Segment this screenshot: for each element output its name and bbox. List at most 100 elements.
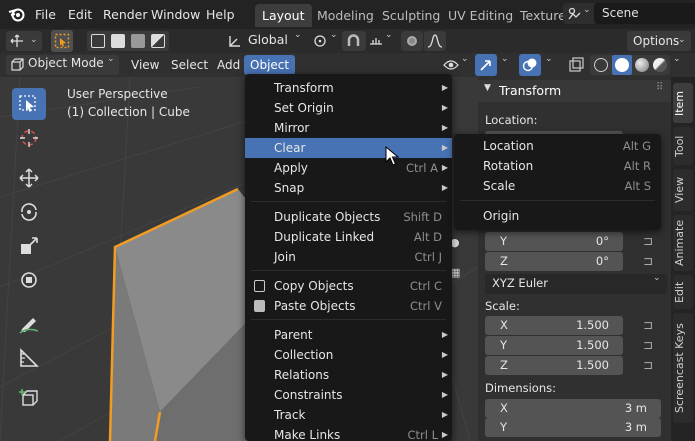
pivot-point-dropdown[interactable]: ⌄: [310, 30, 342, 51]
menu-item-track[interactable]: Track ▶: [245, 405, 452, 425]
scale-x-field[interactable]: X 1.500: [485, 316, 623, 335]
rotation-mode-dropdown[interactable]: XYZ Euler ⌄: [485, 273, 667, 294]
falloff-dropdown[interactable]: [424, 31, 446, 51]
chevron-down-icon[interactable]: ⌄: [501, 54, 509, 64]
lock-icon[interactable]: ⊐: [643, 254, 653, 268]
submenu-arrow-icon: ▶: [441, 163, 448, 172]
add-cube-tool-button[interactable]: [12, 382, 46, 414]
select-tool-button[interactable]: [12, 88, 46, 120]
scene-selector[interactable]: ⌄: [563, 3, 595, 24]
drag-handle-icon[interactable]: ⠿: [656, 82, 663, 93]
mouse-pointer-icon: [385, 146, 399, 166]
tab-edit[interactable]: Edit: [673, 275, 693, 309]
menu-item-set-origin[interactable]: Set Origin ▶: [245, 98, 452, 118]
menu-item-snap[interactable]: Snap ▶: [245, 178, 452, 198]
grid-view-icon[interactable]: ▦: [450, 266, 464, 280]
chevron-down-icon[interactable]: ⌄: [673, 54, 681, 64]
menu-item-make-links[interactable]: Make Links Ctrl L ▶: [245, 425, 452, 441]
invert-selection-icon[interactable]: [151, 34, 165, 48]
transform-pivot-dropdown[interactable]: ⌄: [6, 31, 42, 51]
menu-item-join[interactable]: Join Ctrl J: [245, 247, 452, 267]
rotation-z-field[interactable]: Z 0°: [485, 252, 623, 271]
move-tool-button[interactable]: [12, 162, 46, 194]
annotate-tool-button[interactable]: [12, 308, 46, 340]
dimensions-y-field[interactable]: Y 3 m: [485, 418, 661, 437]
extend-selection-icon[interactable]: [111, 34, 125, 48]
lock-icon[interactable]: ⊐: [643, 338, 653, 352]
wireframe-shading-icon[interactable]: [594, 58, 608, 72]
rotate-tool-button[interactable]: [12, 196, 46, 228]
menu-item-apply[interactable]: Apply Ctrl A ▶: [245, 158, 452, 178]
menu-help[interactable]: Help: [206, 0, 235, 29]
transform-panel-header[interactable]: ▼ Transform ⠿: [478, 80, 671, 102]
menu-item-mirror[interactable]: Mirror ▶: [245, 118, 452, 138]
menu-item-duplicate-objects[interactable]: Duplicate Objects Shift D: [245, 207, 452, 227]
selection-mode-group[interactable]: [87, 31, 169, 51]
tab-uv-editing[interactable]: UV Editing: [441, 4, 520, 27]
tab-animate[interactable]: Animate: [673, 215, 693, 271]
material-shading-icon[interactable]: [635, 58, 649, 72]
xray-toggle[interactable]: [565, 55, 587, 75]
tab-tool[interactable]: Tool: [673, 127, 693, 165]
menu-window[interactable]: Window: [151, 0, 200, 29]
menu-item-parent[interactable]: Parent ▶: [245, 325, 452, 345]
lock-icon[interactable]: ⊐: [643, 358, 653, 372]
menu-item-clear-origin[interactable]: Origin: [454, 206, 661, 226]
solid-shading-icon[interactable]: [612, 55, 632, 75]
menu-add[interactable]: Add: [211, 55, 246, 75]
scale-y-field[interactable]: Y 1.500: [485, 336, 623, 355]
menu-file[interactable]: File: [35, 0, 56, 29]
menu-item-transform[interactable]: Transform ▶: [245, 78, 452, 98]
shading-modes[interactable]: [590, 55, 670, 75]
camera-view-icon[interactable]: ●: [450, 236, 464, 250]
menu-item-clear-scale[interactable]: Scale Alt S: [454, 176, 661, 196]
menu-render[interactable]: Render: [103, 0, 148, 29]
chevron-down-icon[interactable]: ⌄: [545, 54, 553, 64]
menu-item-copy-objects[interactable]: Copy Objects Ctrl C: [245, 276, 452, 296]
options-dropdown[interactable]: Options ⌄: [627, 31, 691, 51]
rotation-z-value: 0°: [595, 254, 609, 268]
tab-sculpting[interactable]: Sculpting: [375, 4, 447, 27]
gizmo-toggle[interactable]: [475, 54, 497, 76]
dimensions-x-field[interactable]: X 3 m: [485, 399, 661, 418]
tab-item[interactable]: Item: [673, 83, 693, 123]
menu-item-relations[interactable]: Relations ▶: [245, 365, 452, 385]
tab-modeling[interactable]: Modeling: [310, 4, 381, 27]
menu-view[interactable]: View: [125, 55, 165, 75]
menu-select[interactable]: Select: [165, 55, 214, 75]
rendered-shading-icon[interactable]: [653, 58, 667, 72]
measure-tool-button[interactable]: [12, 342, 46, 374]
scene-name-field[interactable]: Scene: [594, 3, 695, 24]
tab-screencast-keys[interactable]: Screencast Keys: [673, 313, 693, 423]
tab-view[interactable]: View: [673, 169, 693, 211]
set-selection-icon[interactable]: [91, 34, 105, 48]
menu-item-constraints[interactable]: Constraints ▶: [245, 385, 452, 405]
lock-icon[interactable]: ⊐: [643, 234, 653, 248]
mode-dropdown[interactable]: Object Mode ⌄: [6, 54, 119, 75]
menu-edit[interactable]: Edit: [68, 0, 92, 29]
menu-item-paste-objects[interactable]: Paste Objects Ctrl V: [245, 296, 452, 316]
snap-target-dropdown[interactable]: ⌄: [367, 30, 395, 51]
proportional-editing-toggle[interactable]: [401, 31, 423, 51]
menu-object[interactable]: Object: [244, 55, 296, 75]
rotation-y-value: 0°: [595, 234, 609, 248]
overlays-toggle[interactable]: [519, 54, 541, 76]
transform-tool-button[interactable]: [12, 264, 46, 296]
menu-item-clear[interactable]: Clear ▶: [245, 138, 452, 158]
menu-item-collection[interactable]: Collection ▶: [245, 345, 452, 365]
scale-z-field[interactable]: Z 1.500: [485, 356, 623, 375]
snap-toggle[interactable]: [342, 31, 366, 51]
tab-layout[interactable]: Layout: [255, 4, 312, 27]
cursor-tool-button[interactable]: [12, 122, 46, 154]
rotation-y-field[interactable]: Y 0°: [485, 232, 623, 251]
select-box-tool-button[interactable]: [51, 30, 73, 52]
menu-item-clear-location[interactable]: Location Alt G: [454, 136, 661, 156]
blender-logo-icon[interactable]: [8, 6, 26, 22]
lock-icon[interactable]: ⊐: [643, 318, 653, 332]
subtract-selection-icon[interactable]: [131, 34, 145, 48]
scale-tool-button[interactable]: [12, 230, 46, 262]
transform-orientation-dropdown[interactable]: Global ⌄: [224, 30, 308, 51]
menu-item-clear-rotation[interactable]: Rotation Alt R: [454, 156, 661, 176]
visibility-dropdown[interactable]: ⌄: [441, 54, 473, 75]
menu-item-duplicate-linked[interactable]: Duplicate Linked Alt D: [245, 227, 452, 247]
